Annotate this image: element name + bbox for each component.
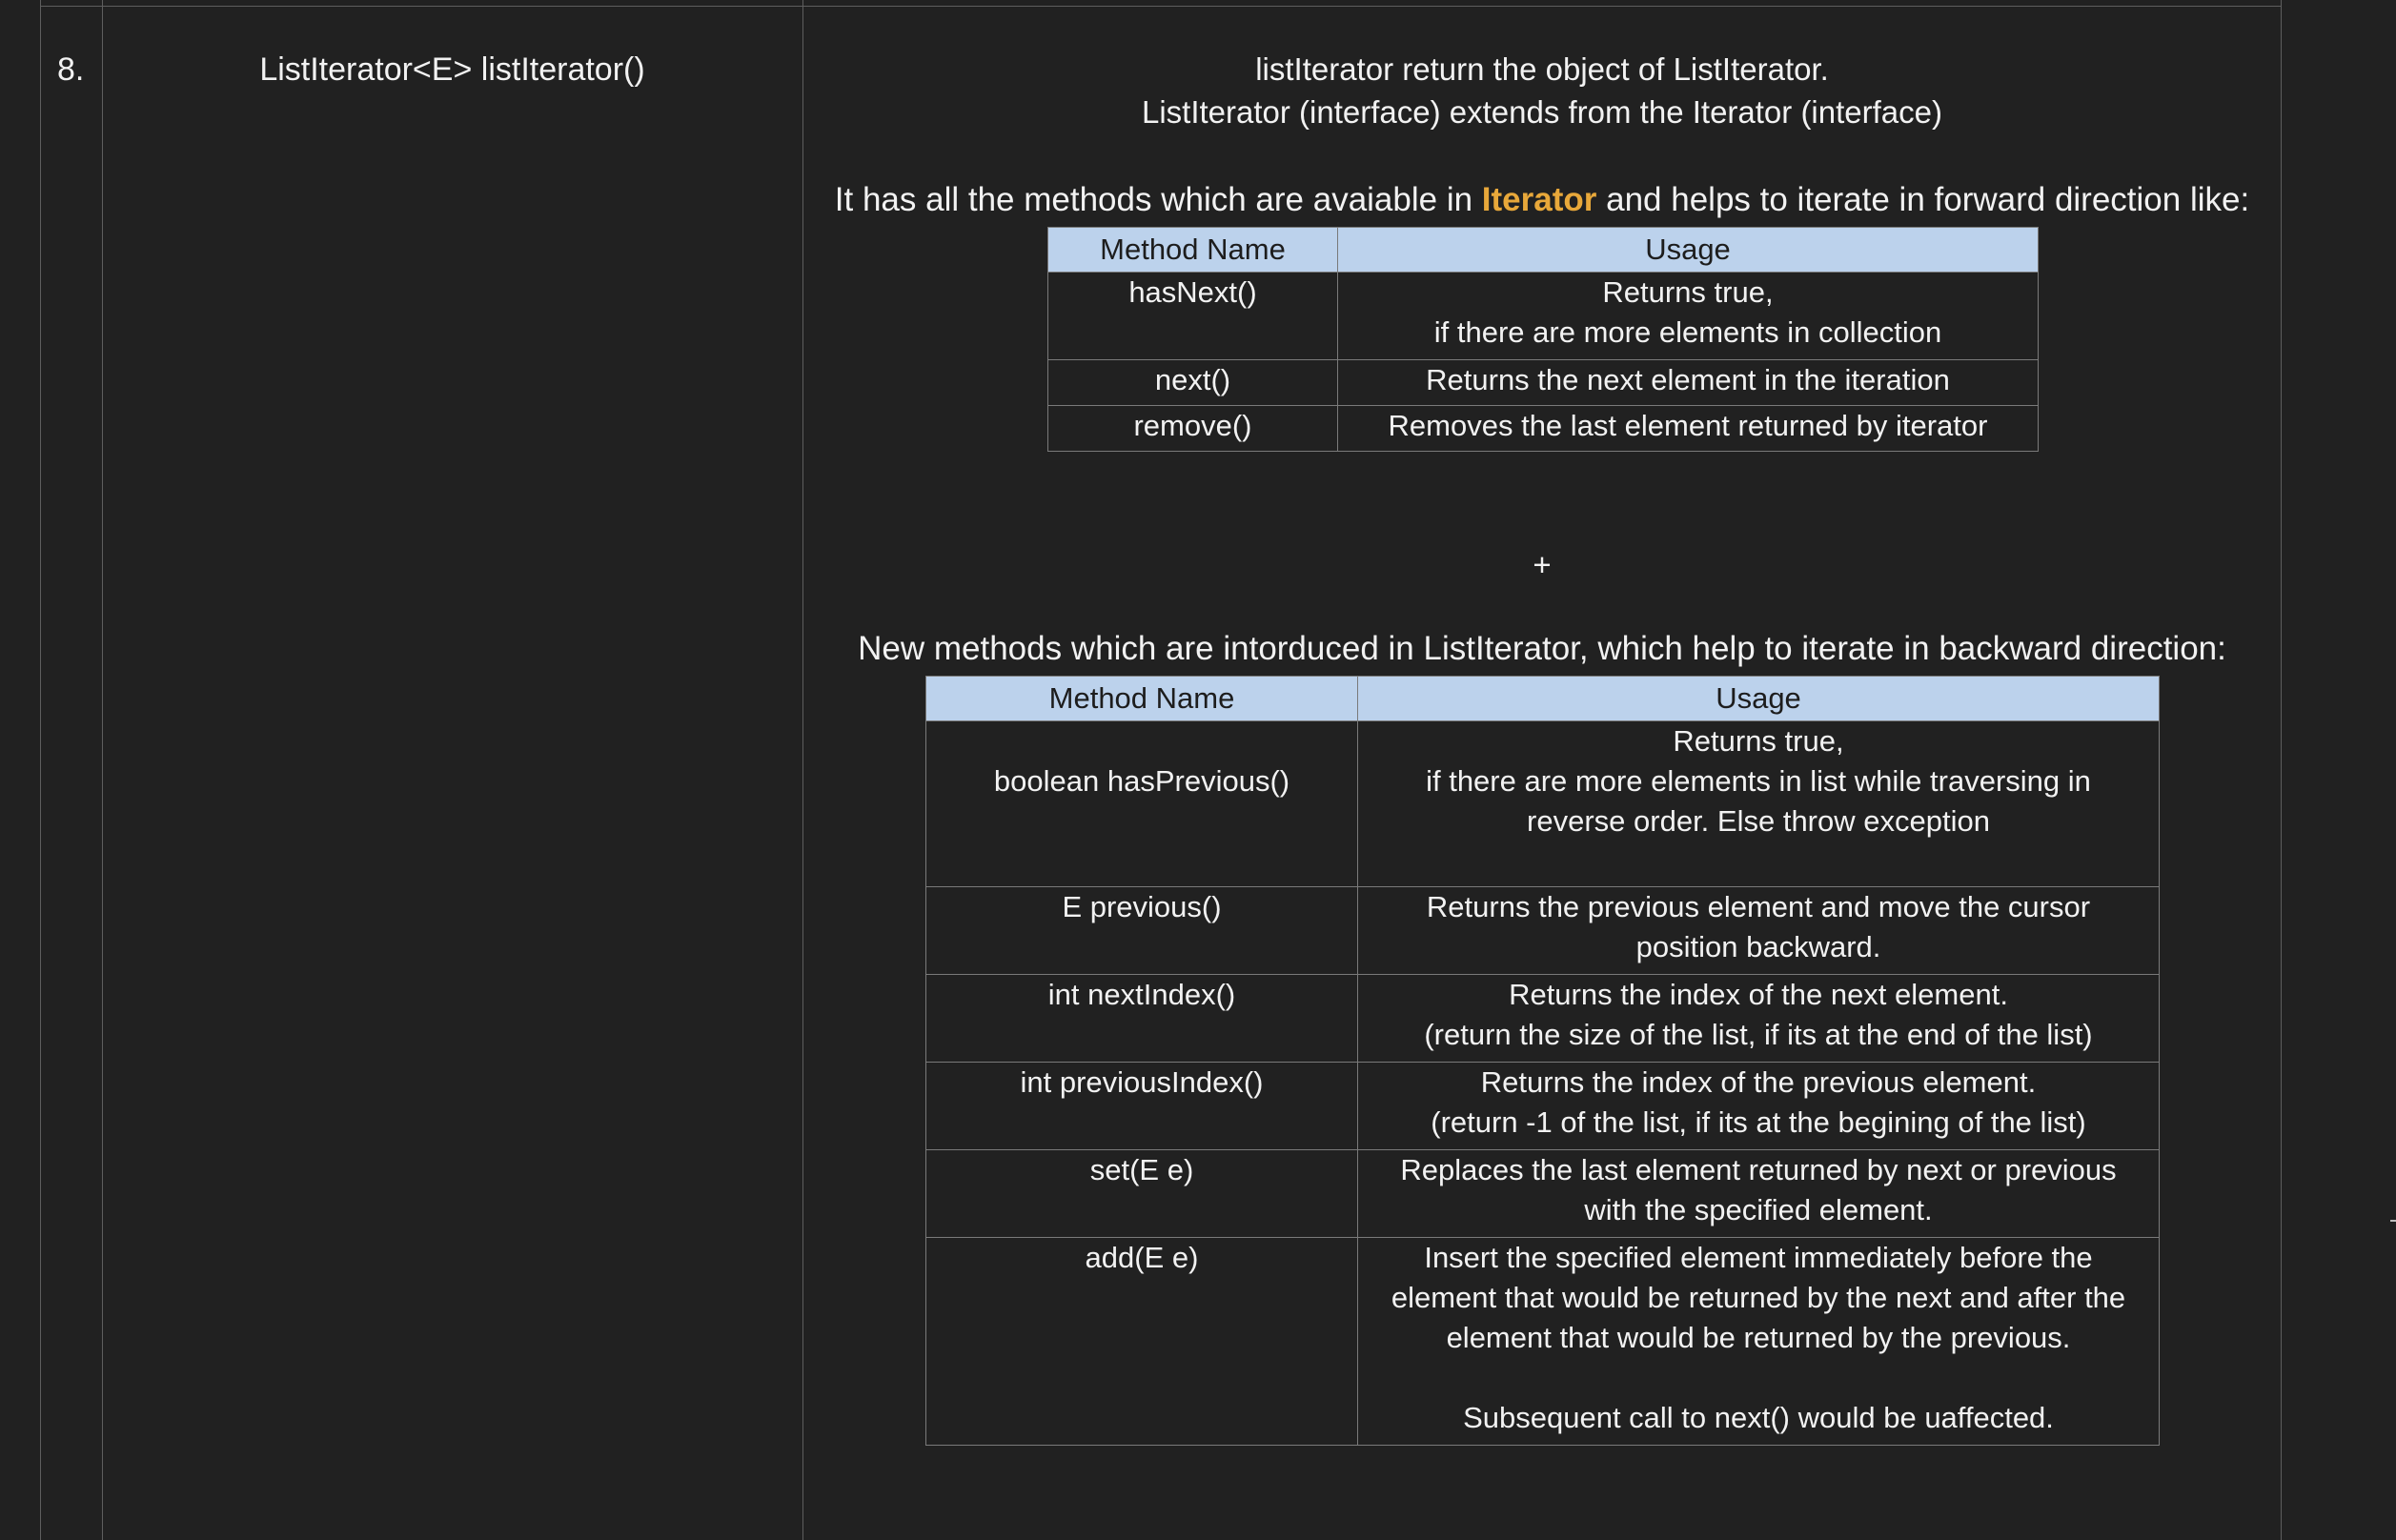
grid-line-signature [802,0,803,1540]
method-usage: Returns the index of the next element. (… [1357,974,2160,1063]
header-usage: Usage [1337,227,2039,273]
method-usage: Returns the previous element and move th… [1357,886,2160,975]
method-name: int previousIndex() [925,1062,1358,1150]
grid-line-left [40,0,41,1540]
table-header-row: Method Name Usage [925,676,2160,721]
iterator-methods-table: Method Name Usage hasNext() Returns true… [1047,227,2039,452]
method-signature: ListIterator<E> listIterator() [259,51,645,88]
table-row: boolean hasPrevious() Returns true, if t… [925,720,2160,887]
table-row: int previousIndex() Returns the index of… [925,1062,2160,1150]
iterator-intro: It has all the methods which are avaiabl… [803,181,2281,219]
table-row: hasNext() Returns true, if there are mor… [1047,272,2039,360]
iterator-intro-before: It has all the methods which are avaiabl… [834,181,1482,218]
method-usage: Returns true, if there are more elements… [1357,720,2160,887]
description-line-1: listIterator return the object of ListIt… [1255,51,1829,87]
method-name: next() [1047,359,1338,406]
method-name: add(E e) [925,1237,1358,1446]
method-usage: Replaces the last element returned by ne… [1357,1149,2160,1238]
table-row: E previous() Returns the previous elemen… [925,886,2160,975]
edge-mark [2390,1220,2396,1222]
method-usage: Returns the index of the previous elemen… [1357,1062,2160,1150]
description-line-2: ListIterator (interface) extends from th… [1141,94,1942,130]
plus-separator: + [1533,547,1552,582]
method-usage: Insert the specified element immediately… [1357,1237,2160,1446]
header-usage: Usage [1357,676,2160,721]
method-name: set(E e) [925,1149,1358,1238]
grid-line-number [102,0,103,1540]
header-method-name: Method Name [1047,227,1338,273]
method-usage: Removes the last element returned by ite… [1337,405,2039,452]
table-row: set(E e) Replaces the last element retur… [925,1149,2160,1238]
method-name: E previous() [925,886,1358,975]
listiterator-methods-table: Method Name Usage boolean hasPrevious() … [925,676,2160,1446]
header-method-name: Method Name [925,676,1358,721]
row-number: 8. [57,51,85,88]
table-row: remove() Removes the last element return… [1047,405,2039,452]
method-usage: Returns true, if there are more elements… [1337,272,2039,360]
grid-line-right [2281,0,2282,1540]
method-name: hasNext() [1047,272,1338,360]
grid-line-top [40,6,2282,7]
method-name: boolean hasPrevious() [925,720,1358,887]
method-usage: Returns the next element in the iteratio… [1337,359,2039,406]
method-name: int nextIndex() [925,974,1358,1063]
iterator-intro-after: and helps to iterate in forward directio… [1596,181,2250,218]
new-methods-heading: New methods which are intorduced in List… [858,630,2226,667]
method-name: remove() [1047,405,1338,452]
table-row: next() Returns the next element in the i… [1047,359,2039,406]
table-header-row: Method Name Usage [1047,227,2039,273]
table-row: int nextIndex() Returns the index of the… [925,974,2160,1063]
table-row: add(E e) Insert the specified element im… [925,1237,2160,1446]
iterator-highlight: Iterator [1481,181,1597,218]
